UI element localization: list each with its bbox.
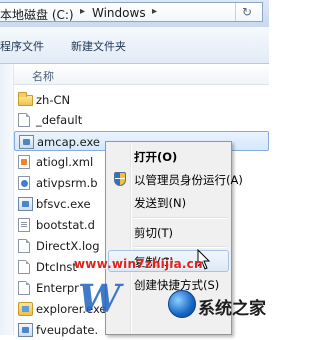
menu-item-open[interactable]: 打开(O)	[108, 145, 229, 167]
menu-item-run-as-admin[interactable]: 以管理员身份运行(A)	[108, 168, 243, 190]
file-name: bfsvc.exe	[36, 197, 91, 211]
watermark-logo: W 系统之家	[60, 270, 266, 335]
menu-separator	[133, 246, 227, 248]
list-item[interactable]: zh-CN	[14, 90, 269, 110]
file-name: DirectX.log	[36, 239, 100, 253]
menu-item-send-to[interactable]: 发送到(N)	[108, 191, 229, 213]
menu-item-label: 发送到(N)	[134, 196, 187, 210]
menu-item-label: 打开(O)	[134, 150, 178, 164]
xml-file-icon	[18, 155, 30, 169]
file-icon	[18, 176, 30, 190]
breadcrumb-windows[interactable]: Windows	[92, 6, 146, 20]
menu-item-label: 剪切(T)	[134, 226, 173, 240]
explorer-icon	[18, 302, 33, 316]
command-bar: 程序文件 新建文件夹	[0, 27, 269, 64]
breadcrumb[interactable]: 本地磁盘 (C:) ▸ Windows ▸ ↻	[0, 2, 263, 22]
menu-item-cut[interactable]: 剪切(T)	[108, 221, 229, 243]
watermark-orb-icon	[168, 290, 196, 318]
new-folder-button[interactable]: 新建文件夹	[71, 38, 126, 54]
file-icon	[18, 239, 30, 253]
file-name: bootstat.d	[36, 218, 95, 232]
watermark-brand: 系统之家	[198, 299, 266, 319]
column-header-label: 名称	[32, 70, 54, 83]
folder-icon	[18, 92, 33, 106]
program-files-button[interactable]: 程序文件	[0, 38, 44, 54]
file-name: ativpsrm.b	[36, 176, 98, 190]
column-header-name[interactable]: 名称	[14, 64, 269, 85]
list-item[interactable]: _default	[14, 110, 269, 130]
uac-shield-icon	[114, 172, 126, 186]
file-icon	[18, 281, 30, 295]
file-icon	[18, 260, 30, 274]
file-name: _default	[36, 113, 83, 127]
menu-separator	[133, 217, 227, 219]
file-name: zh-CN	[36, 93, 71, 107]
navigation-pane-edge	[0, 64, 14, 335]
exe-icon	[18, 197, 33, 211]
refresh-icon[interactable]: ↻	[235, 3, 258, 21]
breadcrumb-separator-icon[interactable]: ▸	[80, 6, 85, 17]
file-name: atiogl.xml	[36, 155, 94, 169]
breadcrumb-separator-icon[interactable]: ▸	[152, 6, 157, 17]
file-name: amcap.exe	[37, 135, 100, 149]
menu-item-label: 以管理员身份运行(A)	[134, 173, 243, 187]
watermark-url: www.win7zhijia.cn	[74, 257, 203, 271]
exe-icon	[19, 135, 34, 149]
file-icon	[18, 113, 30, 127]
breadcrumb-local-disk[interactable]: 本地磁盘 (C:)	[0, 6, 74, 23]
address-bar: 本地磁盘 (C:) ▸ Windows ▸ ↻	[0, 0, 269, 28]
watermark-logo-letter: W	[78, 276, 121, 321]
dat-file-icon	[18, 218, 30, 232]
